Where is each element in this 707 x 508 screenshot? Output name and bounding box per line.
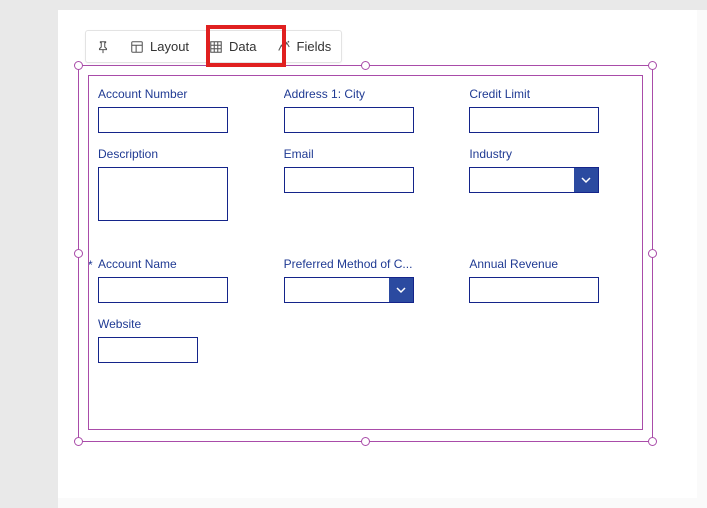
page-margin-top: [0, 0, 707, 10]
text-input[interactable]: [98, 337, 198, 363]
grid-icon: [209, 40, 223, 54]
chevron-down-icon: [574, 168, 598, 192]
field-label: Credit Limit: [469, 87, 625, 101]
textarea-input[interactable]: [98, 167, 228, 221]
field-preferred-method: Preferred Method of C...: [284, 257, 440, 303]
text-input[interactable]: [98, 277, 228, 303]
field-label: Description: [98, 147, 254, 161]
text-input[interactable]: [469, 107, 599, 133]
layout-icon: [130, 40, 144, 54]
field-label: Preferred Method of C...: [284, 257, 440, 271]
field-label: Address 1: City: [284, 87, 440, 101]
field-industry: Industry: [469, 147, 625, 221]
field-label: Email: [284, 147, 440, 161]
select-input[interactable]: [469, 167, 599, 193]
chevron-down-icon: [389, 278, 413, 302]
form-card[interactable]: Account Number Address 1: City Credit Li…: [88, 75, 643, 430]
text-input[interactable]: [469, 277, 599, 303]
field-account-number: Account Number: [98, 87, 254, 133]
form-row: * Account Name Preferred Method of C... …: [98, 257, 625, 303]
field-label: Industry: [469, 147, 625, 161]
layout-tab[interactable]: Layout: [120, 31, 199, 62]
control-toolbar: Layout Data Fields: [85, 30, 342, 63]
form-row: Account Number Address 1: City Credit Li…: [98, 87, 625, 133]
form-row: Description Email Industry: [98, 147, 625, 221]
select-input[interactable]: [284, 277, 414, 303]
page-margin-left: [0, 0, 58, 508]
required-mark: *: [88, 258, 93, 272]
field-account-name: * Account Name: [98, 257, 254, 303]
pin-button[interactable]: [86, 31, 120, 62]
field-label: Account Number: [98, 87, 254, 101]
fields-tab-label: Fields: [297, 39, 332, 54]
fields-tab[interactable]: Fields: [267, 31, 342, 62]
form-row: Website: [98, 317, 625, 363]
field-description: Description: [98, 147, 254, 221]
field-label: Account Name: [98, 257, 254, 271]
field-website: Website: [98, 317, 258, 363]
layout-tab-label: Layout: [150, 39, 189, 54]
field-label: Annual Revenue: [469, 257, 625, 271]
field-annual-revenue: Annual Revenue: [469, 257, 625, 303]
text-input[interactable]: [284, 107, 414, 133]
data-tab-label: Data: [229, 39, 256, 54]
text-input[interactable]: [284, 167, 414, 193]
data-tab[interactable]: Data: [199, 31, 266, 62]
pin-icon: [96, 40, 110, 54]
field-label: Website: [98, 317, 258, 331]
field-credit-limit: Credit Limit: [469, 87, 625, 133]
field-email: Email: [284, 147, 440, 221]
text-input[interactable]: [98, 107, 228, 133]
field-address-city: Address 1: City: [284, 87, 440, 133]
fields-icon: [277, 40, 291, 54]
